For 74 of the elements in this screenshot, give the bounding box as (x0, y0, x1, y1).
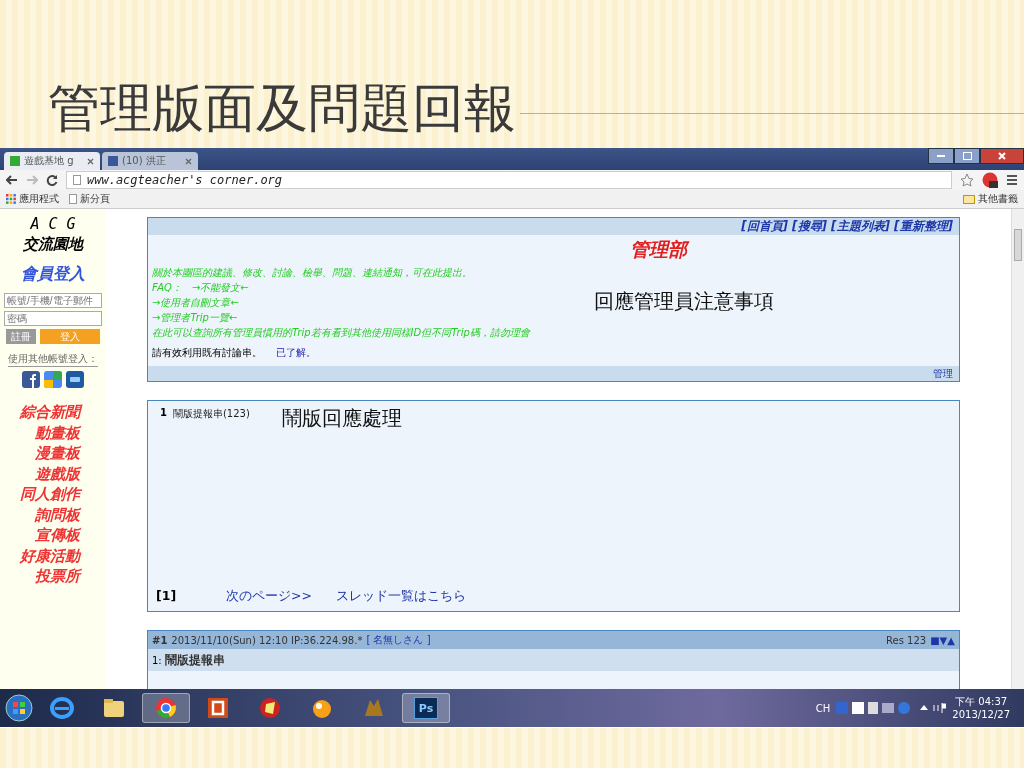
nav-link[interactable]: [重新整理] (894, 218, 953, 235)
username-field[interactable]: 帳號/手機/電子郵件 (4, 293, 102, 308)
language-indicator[interactable]: CH (815, 702, 831, 714)
clock-time[interactable]: 下午 04:37 (955, 695, 1008, 708)
poster-name[interactable]: [ 名無しさん ] (366, 633, 431, 648)
close-icon[interactable] (87, 157, 94, 165)
chrome-icon (154, 696, 178, 720)
minimize-button[interactable] (928, 148, 954, 164)
slides-icon (206, 696, 230, 720)
thread-index: 1 (160, 407, 167, 420)
scrollbar[interactable] (1011, 209, 1024, 689)
extension-icon[interactable] (982, 172, 998, 188)
address-field[interactable]: www.acgteacher's corner.org (66, 171, 952, 189)
annotation-text: 鬧版回應處理 (282, 405, 402, 432)
password-field[interactable]: 密碼 (4, 311, 102, 326)
reply-count: Res 123 (886, 634, 927, 646)
post-number: #1 (152, 634, 168, 646)
bookmark[interactable]: 其他書籤 (963, 192, 1018, 206)
browser-tab[interactable]: (10) 洪正 (102, 152, 198, 170)
site-subtitle: 交流園地 (23, 235, 83, 254)
bookmark[interactable]: 應用程式 (6, 192, 59, 206)
board-link[interactable]: 詢問板 (35, 504, 80, 525)
board-note: →管理者Trip一覽← (151, 311, 238, 325)
post-body: 鬧版提報串 (164, 651, 225, 669)
start-icon[interactable] (4, 693, 34, 723)
menu-icon[interactable] (1006, 175, 1018, 185)
board-note: 在此可以查詢所有管理員慣用的Trip若有看到其他使用同樣ID但不同Trip碼，請勿理會 (151, 326, 530, 340)
maximize-button[interactable] (954, 148, 980, 164)
reload-icon[interactable] (46, 174, 58, 186)
folder-icon (963, 194, 975, 204)
chat-icon[interactable] (66, 371, 84, 388)
board-link[interactable]: 漫畫板 (35, 443, 80, 464)
board-link[interactable]: 動畫板 (35, 422, 80, 443)
notice-text: 請有效利用既有討論串。 (152, 346, 262, 360)
board-note: FAQ： →不能發文← (151, 281, 249, 295)
board-note: 關於本團區的建議、修改、討論、檢舉、問題、連結通知，可在此提出。 (151, 266, 472, 280)
bookmark[interactable]: 新分頁 (69, 192, 110, 206)
post-index: 1: (152, 654, 162, 666)
board-link[interactable]: 同人創作 (20, 484, 80, 505)
apps-grid-icon (6, 194, 16, 204)
board-link[interactable]: 遊戲版 (35, 463, 80, 484)
facebook-icon[interactable] (22, 371, 40, 388)
close-icon (998, 152, 1006, 160)
thread-link[interactable]: 鬧版提報串(123) (172, 407, 250, 421)
board-link[interactable]: 好康活動 (20, 545, 80, 566)
board-note: →使用者自刪文章← (151, 296, 239, 310)
social-login-label: 使用其他帳號登入： (8, 352, 98, 367)
clock-date[interactable]: 2013/12/27 (952, 708, 1010, 721)
login-heading: 會員登入 (21, 264, 85, 285)
browser-e-icon (50, 696, 74, 720)
back-icon[interactable] (6, 175, 18, 185)
slide-title: 管理版面及問題回報 (48, 82, 516, 134)
close-icon[interactable] (185, 157, 192, 165)
next-page-link[interactable]: 次のページ>> (226, 588, 336, 606)
nav-link[interactable]: [回首頁] (741, 218, 789, 235)
board-link[interactable]: 投票所 (35, 566, 80, 587)
annotation-text: 回應管理員注意事項 (594, 288, 774, 315)
notice-link[interactable]: 已了解。 (276, 346, 316, 360)
admin-link[interactable]: 管理 (933, 366, 953, 381)
page-number[interactable]: [1] (156, 588, 226, 606)
post-meta: 2013/11/10(Sun) 12:10 IP:36.224.98.* (171, 634, 363, 646)
site-logo: A C G (30, 215, 76, 233)
taskbar-app[interactable]: Ps (402, 693, 450, 723)
nav-link[interactable]: [主題列表] (831, 218, 891, 235)
star-icon[interactable] (960, 173, 974, 187)
tray-icons-drawing[interactable] (836, 701, 947, 715)
browser-tab[interactable]: 遊戲基地 g (4, 152, 100, 170)
folder-icon (102, 696, 126, 720)
post-nav-arrows[interactable]: ■▼▲ (930, 634, 955, 646)
close-button[interactable] (980, 148, 1024, 164)
ps-icon: Ps (414, 697, 438, 719)
board-link[interactable]: 宣傳板 (35, 525, 80, 546)
nav-link[interactable]: [搜尋] (792, 218, 828, 235)
thread-list-link[interactable]: スレッド一覧はこちら (336, 588, 506, 606)
